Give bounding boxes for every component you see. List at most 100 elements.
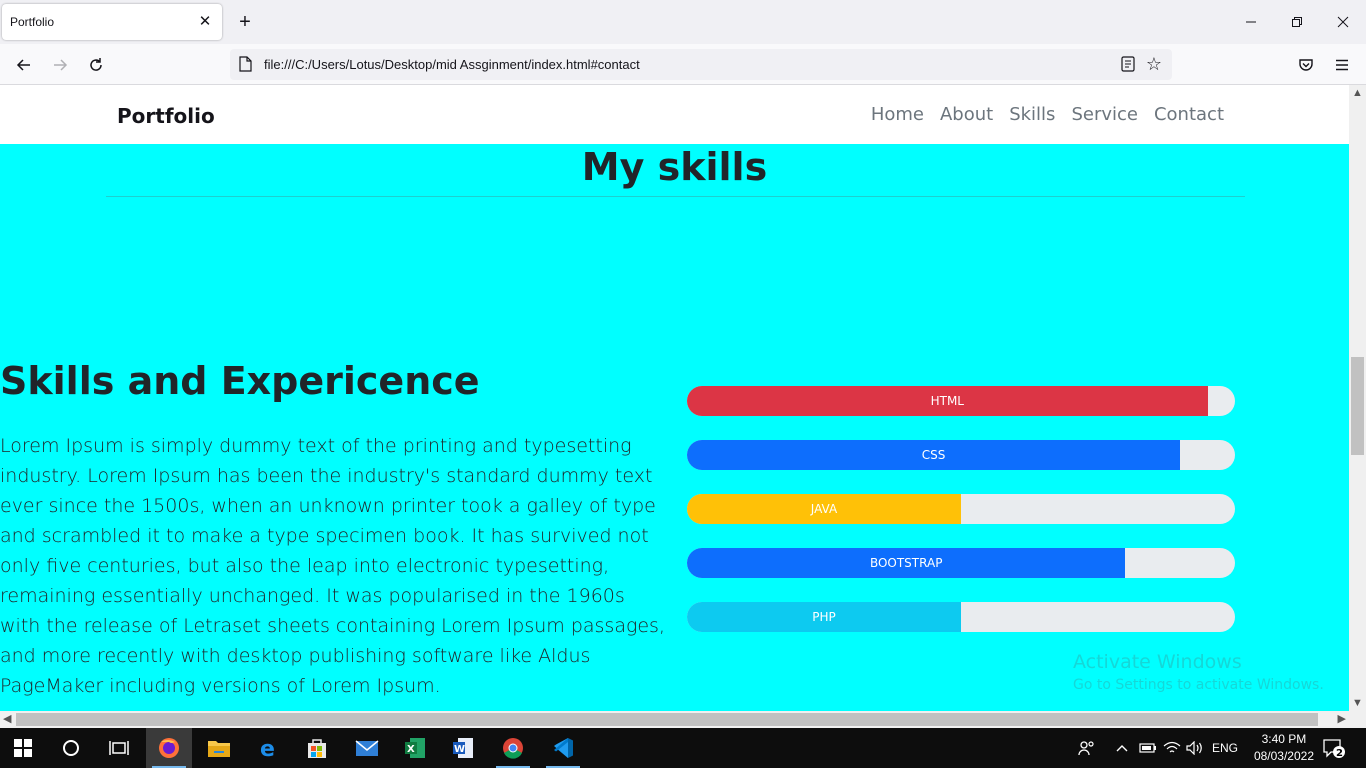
edge-icon: e	[260, 737, 275, 760]
scroll-down-icon[interactable]: ▼	[1352, 697, 1363, 709]
browser-toolbar: file:///C:/Users/Lotus/Desktop/mid Assgi…	[0, 44, 1366, 85]
clock-date: 08/03/2022	[1253, 749, 1314, 763]
network-indicator[interactable]	[1163, 728, 1181, 768]
skill-label: BOOTSTRAP	[869, 556, 943, 570]
experience-paragraph: Lorem Ipsum is simply dummy text of the …	[0, 435, 665, 697]
notification-count: 2	[1336, 748, 1343, 759]
horizontal-scrollbar[interactable]: ◀ ▶	[0, 711, 1349, 728]
page-icon	[239, 56, 252, 72]
vertical-scroll-thumb[interactable]	[1351, 357, 1364, 455]
scroll-up-icon[interactable]: ▲	[1352, 87, 1363, 99]
wifi-icon	[1163, 741, 1181, 753]
activate-windows-title: Activate Windows	[1073, 651, 1242, 673]
hamburger-menu-icon	[1336, 59, 1348, 71]
url-text: file:///C:/Users/Lotus/Desktop/mid Assgi…	[264, 57, 640, 72]
menu-button[interactable]	[1328, 51, 1356, 79]
reload-button[interactable]	[82, 51, 110, 79]
address-bar[interactable]: file:///C:/Users/Lotus/Desktop/mid Assgi…	[230, 49, 1172, 80]
close-icon	[1337, 16, 1349, 28]
taskbar-edge[interactable]: e	[246, 728, 292, 768]
excel-icon: X	[405, 738, 425, 758]
new-tab-button[interactable]: +	[234, 11, 256, 33]
word-icon: W	[453, 738, 473, 758]
taskbar-firefox[interactable]	[146, 728, 192, 768]
reader-view-icon[interactable]	[1120, 56, 1136, 72]
skill-label: HTML	[930, 394, 964, 408]
folder-icon	[208, 741, 230, 757]
nav-link-skills[interactable]: Skills	[1009, 104, 1055, 125]
start-button[interactable]	[0, 728, 46, 768]
title-divider	[106, 196, 1245, 197]
taskbar-mail[interactable]	[344, 728, 390, 768]
close-window-button[interactable]	[1320, 0, 1366, 44]
clock-time: 3:40 PM	[1261, 732, 1307, 746]
notification-icon: 2	[1323, 739, 1345, 759]
show-hidden-icons-button[interactable]	[1115, 728, 1129, 768]
chrome-icon	[503, 738, 523, 759]
windows-taskbar: e X W ENG 3:40 PM 08/03/2022 2	[0, 728, 1366, 768]
section-title: My skills	[581, 145, 768, 189]
skill-label: PHP	[812, 610, 836, 624]
skill-progress-java: JAVA	[687, 494, 1235, 524]
action-center-button[interactable]: 2	[1322, 728, 1346, 768]
skill-progress-bar: CSS	[687, 440, 1181, 470]
vertical-scrollbar[interactable]: ▲ ▼	[1349, 85, 1366, 711]
scroll-right-icon[interactable]: ▶	[1338, 712, 1346, 725]
svg-text:e: e	[260, 737, 275, 760]
activate-windows-subtitle: Go to Settings to activate Windows.	[1073, 677, 1324, 693]
task-view-button[interactable]	[96, 728, 142, 768]
search-button[interactable]	[48, 728, 94, 768]
task-view-icon	[109, 741, 129, 755]
bookmark-star-icon[interactable]: ☆	[1144, 54, 1164, 74]
chevron-up-icon	[1116, 745, 1128, 752]
input-language[interactable]: ENG	[1212, 728, 1238, 768]
skill-progress-bar: JAVA	[687, 494, 961, 524]
forward-button[interactable]	[46, 51, 74, 79]
close-tab-icon[interactable]: ✕	[196, 13, 214, 31]
battery-icon	[1139, 743, 1156, 753]
browser-tab[interactable]: Portfolio ✕	[2, 4, 222, 40]
volume-indicator[interactable]	[1186, 728, 1204, 768]
back-button[interactable]	[10, 51, 38, 79]
site-navbar: Portfolio Home About Skills Service Cont…	[0, 85, 1349, 144]
scrollbar-corner	[1349, 711, 1366, 728]
site-brand[interactable]: Portfolio	[117, 104, 215, 128]
nav-link-home[interactable]: Home	[871, 104, 924, 125]
cortana-search-icon	[63, 740, 79, 756]
tab-title: Portfolio	[10, 15, 55, 29]
battery-indicator[interactable]	[1139, 728, 1157, 768]
mail-icon	[355, 740, 379, 756]
taskbar-excel[interactable]: X	[392, 728, 438, 768]
skill-progress-bar: HTML	[687, 386, 1208, 416]
scroll-left-icon[interactable]: ◀	[3, 712, 11, 725]
minimize-button[interactable]	[1228, 0, 1274, 44]
people-icon	[1078, 741, 1094, 756]
skill-label: CSS	[921, 448, 946, 462]
taskbar-chrome[interactable]	[490, 728, 536, 768]
pocket-icon	[1299, 59, 1313, 71]
minimize-icon	[1246, 21, 1256, 23]
skill-progress-css: CSS	[687, 440, 1235, 470]
firefox-icon	[159, 738, 179, 758]
horizontal-scroll-thumb[interactable]	[16, 713, 1318, 726]
store-bag-icon	[308, 739, 326, 758]
skill-progress-bootstrap: BOOTSTRAP	[687, 548, 1235, 578]
people-button[interactable]	[1078, 728, 1096, 768]
taskbar-word[interactable]: W	[440, 728, 486, 768]
skill-progress-html: HTML	[687, 386, 1235, 416]
taskbar-store[interactable]	[294, 728, 340, 768]
nav-link-service[interactable]: Service	[1071, 104, 1138, 125]
taskbar-file-explorer[interactable]	[196, 728, 242, 768]
nav-link-about[interactable]: About	[940, 104, 993, 125]
forward-arrow-icon	[54, 59, 68, 71]
skill-label: JAVA	[810, 502, 838, 516]
nav-link-contact[interactable]: Contact	[1154, 104, 1224, 125]
restore-button[interactable]	[1274, 0, 1320, 44]
taskbar-clock[interactable]: 3:40 PM 08/03/2022	[1254, 731, 1314, 765]
taskbar-vscode[interactable]	[540, 728, 586, 768]
skill-progress-php: PHP	[687, 602, 1235, 632]
skill-progress-bar: BOOTSTRAP	[687, 548, 1126, 578]
site-nav-links: Home About Skills Service Contact	[871, 104, 1224, 125]
pocket-button[interactable]	[1292, 51, 1320, 79]
back-arrow-icon	[16, 59, 30, 71]
